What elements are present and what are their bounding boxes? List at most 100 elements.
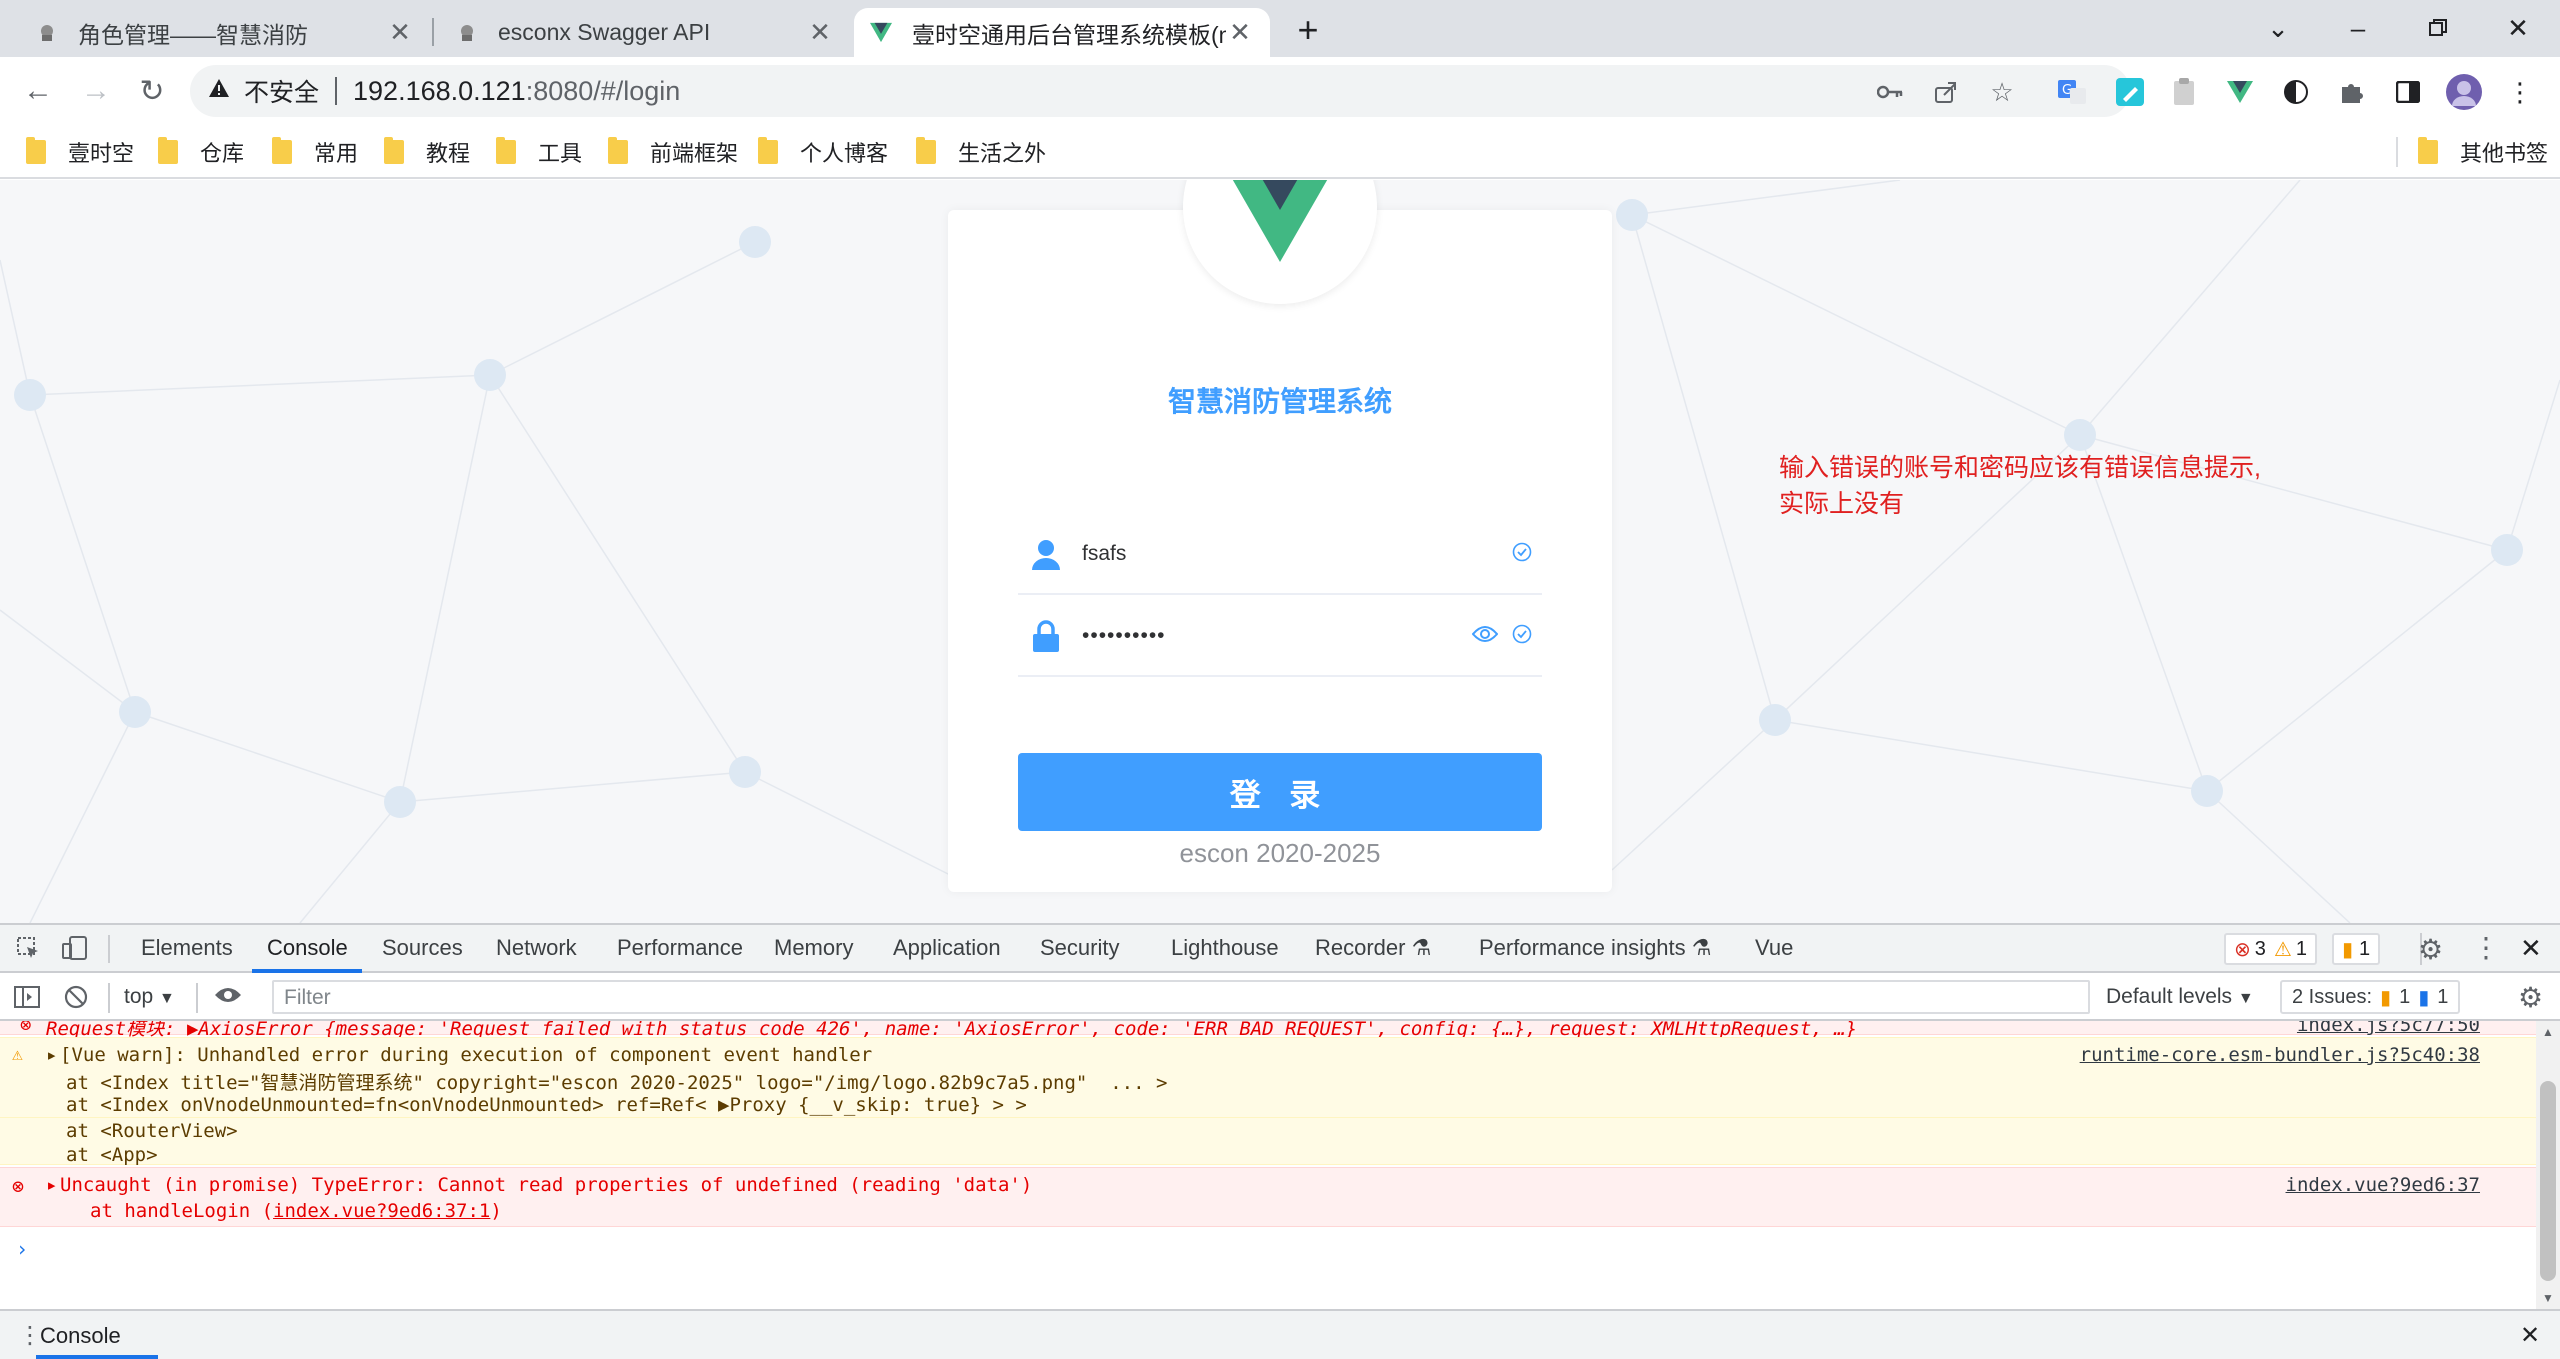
bookmark-folder-frontend[interactable]: 前端框架 [608,137,738,167]
folder-icon [608,137,628,164]
username-field[interactable]: fsafs [1018,515,1542,595]
pen-extension-icon[interactable] [2112,74,2148,110]
address-bar[interactable]: 不安全 192.168.0.121 :8080/#/login [190,65,2130,117]
tab-vue[interactable]: Vue [1755,935,1793,961]
page-favicon-icon [456,22,478,44]
restore-icon[interactable] [2418,8,2458,48]
bookmark-folder-yishikong[interactable]: 壹时空 [26,137,134,167]
password-input[interactable]: •••••••••• [1082,624,1472,648]
show-password-eye-icon[interactable] [1471,625,1499,648]
dark-mode-extension-icon[interactable] [2278,74,2314,110]
message-text: Uncaught (in promise) TypeError: Cannot … [60,1174,1033,1196]
scroll-down-arrow-icon[interactable]: ▼ [2542,1291,2554,1305]
folder-icon [158,137,178,164]
console-settings-gear-icon[interactable]: ⚙ [2518,981,2543,1014]
issues-button[interactable]: 2 Issues: ▮ 1 ▮ 1 [2280,980,2461,1014]
tab-elements[interactable]: Elements [141,935,233,961]
console-message-error[interactable]: ⊗ Request模块: ▶AxiosError {message: 'Requ… [0,1021,2536,1040]
log-levels-label: Default levels [2106,985,2233,1008]
expand-triangle-icon[interactable]: ▸ [46,1174,57,1196]
close-drawer-icon[interactable]: ✕ [2520,1321,2540,1350]
context-label: top [124,985,154,1008]
console-filter-input[interactable]: Filter [272,980,2090,1014]
reload-icon[interactable]: ↻ [132,71,172,111]
back-arrow-icon[interactable]: ← [18,71,58,111]
bookmark-folder-other[interactable]: 其他书签 [2418,137,2548,167]
scrollbar-thumb[interactable] [2540,1081,2556,1281]
key-icon[interactable] [1872,74,1908,110]
security-status-label[interactable]: 不安全 [244,73,319,109]
bookmark-folder-tools[interactable]: 工具 [496,137,582,167]
tab-close-icon[interactable]: ✕ [1226,17,1254,47]
tab-performance[interactable]: Performance [617,935,743,961]
console-scrollbar[interactable]: ▲ ▼ [2536,1021,2560,1311]
password-field[interactable]: •••••••••• [1018,597,1542,677]
message-source-link[interactable]: runtime-core.esm-bundler.js?5c40:38 [2080,1044,2480,1066]
console-prompt-icon[interactable]: › [16,1237,28,1261]
drawer-menu-icon[interactable]: ⋮ [18,1321,42,1350]
forward-arrow-icon[interactable]: → [76,71,116,111]
profile-avatar[interactable] [2446,74,2482,110]
devtools-menu-icon[interactable]: ⋮ [2472,931,2500,964]
log-levels-dropdown[interactable]: Default levels ▼ [2106,985,2254,1009]
username-input[interactable]: fsafs [1082,542,1512,566]
tab-recorder[interactable]: Recorder ⚗ [1315,935,1431,961]
expand-triangle-icon[interactable]: ▸ [46,1044,57,1066]
login-button[interactable]: 登 录 [1018,753,1542,831]
stack-source-link[interactable]: index.vue?9ed6:37:1 [273,1200,490,1222]
issues-info-count: 1 [2437,985,2449,1008]
message-source-link[interactable]: index.js?5c77:50 [2297,1021,2480,1036]
issues-label: 2 Issues: [2292,985,2373,1008]
error-warning-counter[interactable]: ⊗ 3 ⚠ 1 [2224,933,2317,965]
tab-security[interactable]: Security [1040,935,1119,961]
browser-menu-icon[interactable]: ⋮ [2502,74,2538,110]
tab-close-icon[interactable]: ✕ [806,17,834,47]
bookmark-folder-life[interactable]: 生活之外 [916,137,1046,167]
tab-application[interactable]: Application [893,935,1001,961]
tab-memory[interactable]: Memory [774,935,853,961]
message-source-link[interactable]: index.vue?9ed6:37 [2286,1174,2480,1196]
translate-extension-icon[interactable]: G [2054,74,2090,110]
bookmark-folder-tutorials[interactable]: 教程 [384,137,470,167]
context-selector[interactable]: top ▼ [124,985,175,1009]
close-devtools-icon[interactable]: ✕ [2520,933,2542,964]
browser-tab-swagger[interactable]: esconx Swagger API ✕ [440,8,850,57]
extensions-puzzle-icon[interactable] [2334,74,2370,110]
bookmark-folder-repo[interactable]: 仓库 [158,137,244,167]
minimize-icon[interactable]: – [2338,8,2378,48]
bookmark-star-icon[interactable]: ☆ [1984,74,2020,110]
tab-network[interactable]: Network [496,935,577,961]
issue-flag-icon: ▮ [2342,938,2354,961]
scroll-up-arrow-icon[interactable]: ▲ [2542,1025,2554,1039]
tab-console[interactable]: Console [267,935,348,961]
clipboard-extension-icon[interactable] [2166,74,2202,110]
folder-icon [758,137,778,164]
vue-devtools-extension-icon[interactable] [2222,74,2258,110]
tab-close-icon[interactable]: ✕ [386,17,414,47]
bookmark-folder-blog[interactable]: 个人博客 [758,137,888,167]
message-text: [Vue warn]: Unhandled error during execu… [60,1044,873,1066]
folder-icon [2418,137,2438,164]
live-expression-eye-icon[interactable] [214,985,242,1010]
console-message-error[interactable]: ⊗ ▸ Uncaught (in promise) TypeError: Can… [0,1167,2536,1227]
tab-sources[interactable]: Sources [382,935,463,961]
browser-tab-admin-template[interactable]: 壹时空通用后台管理系统模板(ms ✕ [854,8,1270,57]
bookmark-folder-common[interactable]: 常用 [272,137,358,167]
settings-gear-icon[interactable]: ⚙ [2418,933,2443,966]
console-message-warning[interactable]: ⚠ ▸ [Vue warn]: Unhandled error during e… [0,1037,2536,1119]
clear-console-icon[interactable] [64,985,88,1014]
browser-tab-role-management[interactable]: 角色管理——智慧消防 ✕ [20,8,430,57]
inspect-element-icon[interactable] [16,936,40,965]
issues-counter[interactable]: ▮ 1 [2332,933,2381,965]
new-tab-button[interactable]: + [1290,9,1326,50]
share-icon[interactable] [1928,74,1964,110]
issue-warning-icon: ▮ [2380,986,2392,1009]
tab-search-chevron-icon[interactable]: ⌄ [2258,8,2298,48]
tab-performance-insights[interactable]: Performance insights ⚗ [1479,935,1712,961]
side-panel-icon[interactable] [2390,74,2426,110]
window-close-icon[interactable]: ✕ [2498,8,2538,48]
device-toolbar-icon[interactable] [62,936,88,965]
sidebar-toggle-icon[interactable] [14,985,40,1014]
drawer-tab-console[interactable]: Console [40,1323,121,1349]
tab-lighthouse[interactable]: Lighthouse [1171,935,1279,961]
